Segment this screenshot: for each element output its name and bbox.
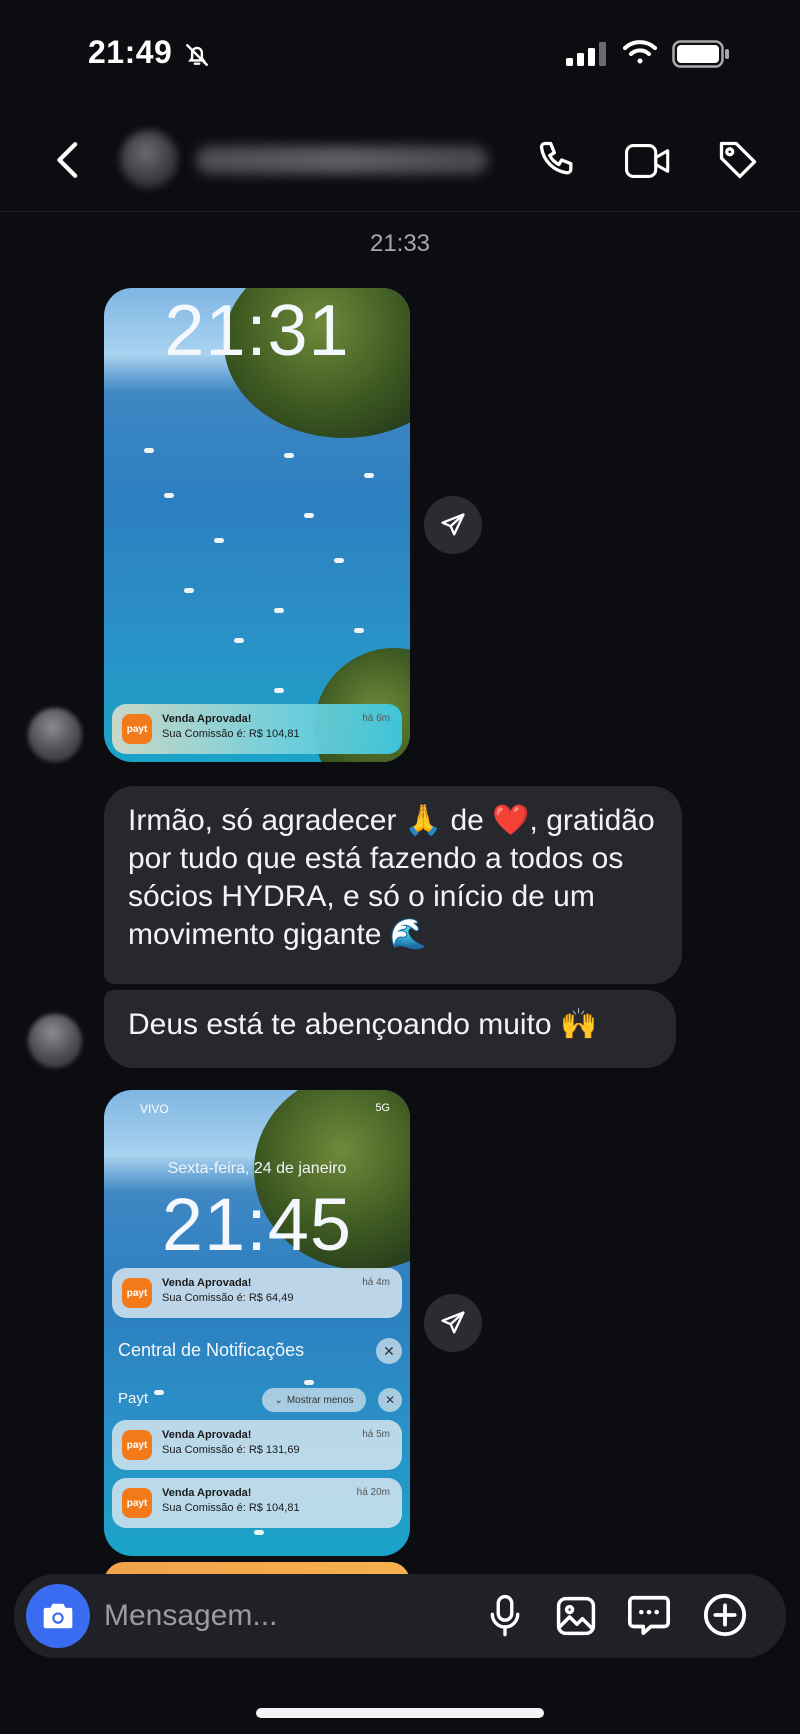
show-less-label: Mostrar menos <box>286 1394 354 1406</box>
camera-icon <box>43 1603 73 1629</box>
payt-logo: payt <box>122 1488 152 1518</box>
video-icon[interactable] <box>624 142 672 180</box>
notification-body: Sua Comissão é: R$ 104,81 <box>162 1502 300 1514</box>
notification-time: há 5m <box>362 1429 390 1440</box>
notification-body: Sua Comissão é: R$ 131,69 <box>162 1444 300 1456</box>
sender-avatar[interactable] <box>28 708 82 762</box>
payt-logo: payt <box>122 1430 152 1460</box>
notification-card: payt Venda Aprovada! Sua Comissão é: R$ … <box>112 1478 402 1528</box>
notification-card: payt Venda Aprovada! Sua Comissão é: R$ … <box>112 1268 402 1318</box>
tag-icon[interactable] <box>716 138 760 182</box>
battery-icon <box>672 40 729 68</box>
mic-icon[interactable] <box>488 1594 522 1638</box>
notification-time: há 6m <box>362 713 390 724</box>
home-indicator[interactable] <box>256 1708 544 1718</box>
contact-name-blurred[interactable] <box>196 146 488 174</box>
boat <box>154 1390 164 1395</box>
chat-header <box>0 108 800 212</box>
lockscreen-date: Sexta-feira, 24 de janeiro <box>167 1160 347 1177</box>
notification-time: há 20m <box>356 1487 390 1498</box>
close-icon: ✕ <box>378 1388 402 1412</box>
boat <box>304 1380 314 1385</box>
network-label: 5G <box>375 1102 390 1114</box>
notification-time: há 4m <box>362 1277 390 1288</box>
message-input[interactable] <box>104 1594 424 1638</box>
sticker-icon[interactable] <box>626 1592 672 1638</box>
boat <box>284 453 294 458</box>
call-icon[interactable] <box>536 138 580 182</box>
lockscreen-time: 21:31 <box>164 291 350 371</box>
boat <box>184 588 194 593</box>
message-composer <box>14 1574 786 1658</box>
carrier-label: VIVO <box>140 1102 169 1116</box>
boat <box>214 538 224 543</box>
boat <box>254 1530 264 1535</box>
send-icon <box>441 1311 465 1334</box>
wifi-icon <box>623 40 657 64</box>
boat <box>274 688 284 693</box>
gallery-icon[interactable] <box>554 1594 598 1638</box>
notification-title: Venda Aprovada! <box>162 1277 252 1289</box>
signal-icon <box>566 42 606 66</box>
boat <box>234 638 244 643</box>
chevron-down-icon: ⌄ <box>274 1394 283 1406</box>
notification-card: payt Venda Aprovada! Sua Comissão é: R$ … <box>112 704 402 754</box>
image-message-2[interactable]: VIVO 5G Sexta-feira, 24 de janeiro 21:45… <box>104 1090 410 1556</box>
status-bar: 21:49 <box>0 0 800 108</box>
boat <box>334 558 344 563</box>
boat <box>274 608 284 613</box>
share-button[interactable] <box>424 496 482 554</box>
close-icon: ✕ <box>376 1338 402 1364</box>
send-icon <box>441 513 465 536</box>
boat <box>304 513 314 518</box>
notification-body: Sua Comissão é: R$ 64,49 <box>162 1292 294 1304</box>
group-label: Payt <box>118 1390 149 1407</box>
show-less-pill: ⌄ Mostrar menos <box>262 1388 366 1412</box>
boat <box>144 448 154 453</box>
boat <box>164 493 174 498</box>
message-timestamp: 21:33 <box>369 230 431 257</box>
message-bubble[interactable]: Deus está te abençoando muito 🙌 <box>104 990 676 1068</box>
notification-center-title: Central de Notificações <box>118 1340 305 1360</box>
notification-title: Venda Aprovada! <box>162 1429 252 1441</box>
notification-card: payt Venda Aprovada! Sua Comissão é: R$ … <box>112 1420 402 1470</box>
message-bubble[interactable]: Irmão, só agradecer 🙏 de ❤️, gratidão po… <box>104 786 682 984</box>
contact-avatar[interactable] <box>120 130 178 188</box>
notification-title: Venda Aprovada! <box>162 1487 252 1499</box>
notification-body: Sua Comissão é: R$ 104,81 <box>162 728 300 740</box>
payt-logo: payt <box>122 1278 152 1308</box>
payt-logo: payt <box>122 714 152 744</box>
bell-muted-icon <box>186 44 208 66</box>
back-icon[interactable] <box>50 140 86 180</box>
image-message-1[interactable]: 21:31 payt Venda Aprovada! Sua Comissão … <box>104 288 410 762</box>
share-button[interactable] <box>424 1294 482 1352</box>
plus-icon[interactable] <box>702 1592 748 1638</box>
boat <box>364 473 374 478</box>
lockscreen-time: 21:45 <box>161 1183 353 1266</box>
sender-avatar[interactable] <box>28 1014 82 1068</box>
status-time: 21:49 <box>88 34 173 70</box>
camera-button[interactable] <box>26 1584 90 1648</box>
notification-title: Venda Aprovada! <box>162 713 252 725</box>
boat <box>354 628 364 633</box>
